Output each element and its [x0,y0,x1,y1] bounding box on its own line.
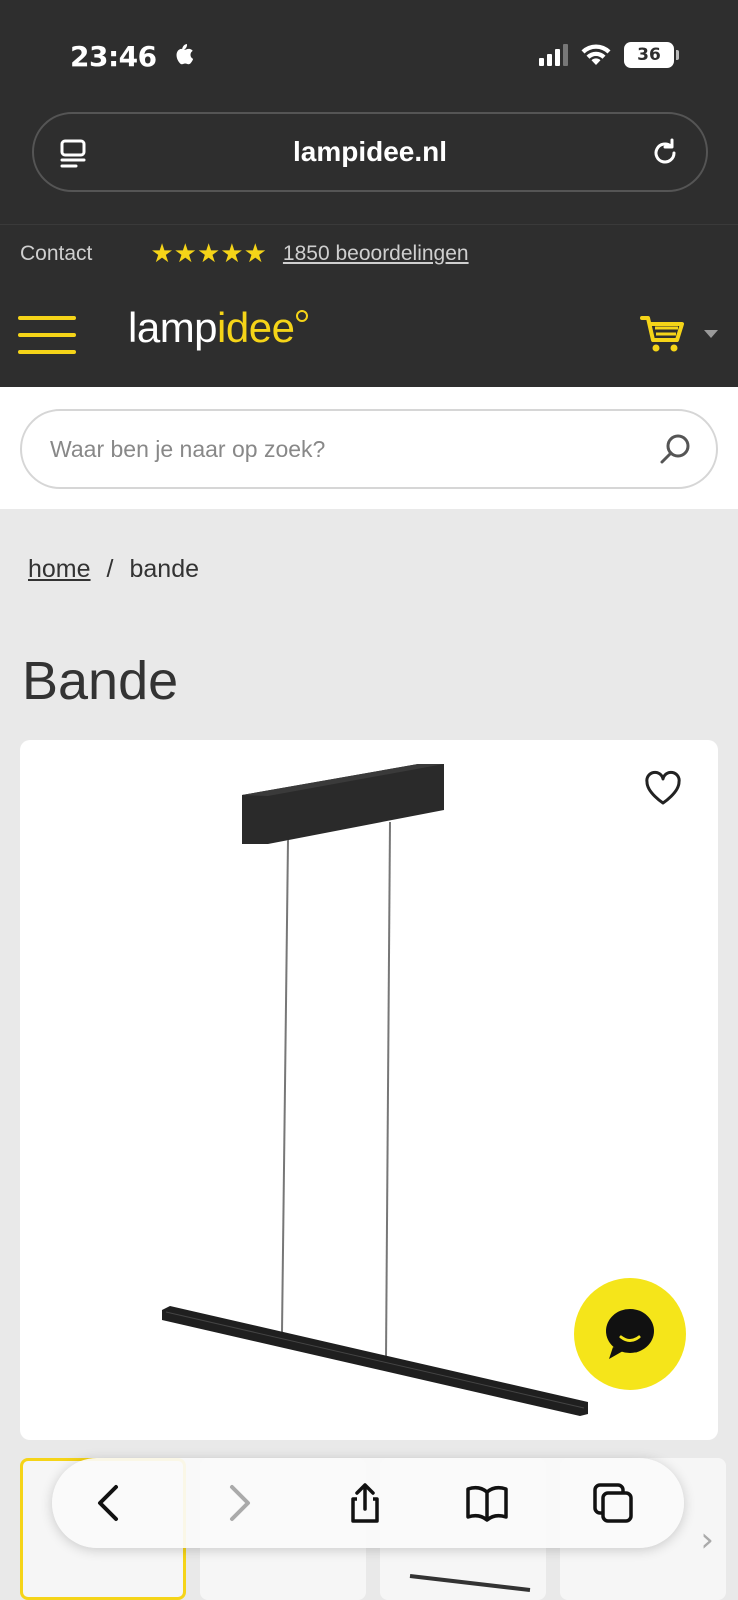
hamburger-menu-icon[interactable] [18,316,76,354]
signal-icon [539,44,568,66]
ios-top-area: 23:46 36 lampidee.nl [0,0,738,224]
url-domain[interactable]: lampidee.nl [293,136,447,168]
apple-icon [172,40,194,73]
page-menu-icon[interactable] [56,136,92,172]
breadcrumb-home-link[interactable]: home [28,555,91,584]
status-time-text: 23:46 [70,40,157,73]
back-icon[interactable] [86,1480,132,1526]
breadcrumb-separator: / [106,555,114,583]
chat-bubble-icon [606,1309,654,1359]
chevron-right-icon[interactable]: › [700,1520,714,1560]
search-box[interactable] [20,409,718,489]
battery-level: 36 [637,45,661,65]
url-bar[interactable]: lampidee.nl [32,112,708,192]
cart-icon[interactable] [640,314,686,354]
breadcrumb: home / bande [28,555,199,584]
logo-text-part1: lamp [128,304,218,351]
breadcrumb-current: bande [129,555,200,583]
heart-icon[interactable] [644,770,682,806]
search-input[interactable] [50,435,630,463]
logo-text-part2: idee [217,304,295,351]
site-header: lampidee [0,282,738,387]
site-logo[interactable]: lampidee [128,304,309,352]
logo-mark-icon [296,310,309,322]
reviews-link[interactable]: 1850 beoordelingen [283,242,469,266]
chat-button[interactable] [574,1278,686,1390]
page-title: Bande [22,651,179,711]
status-time: 23:46 [70,40,194,73]
chevron-down-icon[interactable] [704,330,718,338]
battery-icon: 36 [624,42,679,68]
search-section [0,387,738,509]
status-indicators: 36 [539,42,679,68]
reload-icon[interactable] [646,134,684,172]
search-icon[interactable] [658,431,694,467]
share-icon[interactable] [342,1480,388,1526]
bookmarks-icon[interactable] [464,1480,510,1526]
wifi-icon [581,44,611,65]
forward-icon[interactable] [216,1480,262,1526]
safari-toolbar [52,1458,684,1548]
top-info-bar: Contact ★★★★★ 1850 beoordelingen [0,224,738,282]
tabs-icon[interactable] [590,1480,636,1526]
rating-stars-icon: ★★★★★ [150,238,267,269]
contact-link[interactable]: Contact [20,242,92,266]
